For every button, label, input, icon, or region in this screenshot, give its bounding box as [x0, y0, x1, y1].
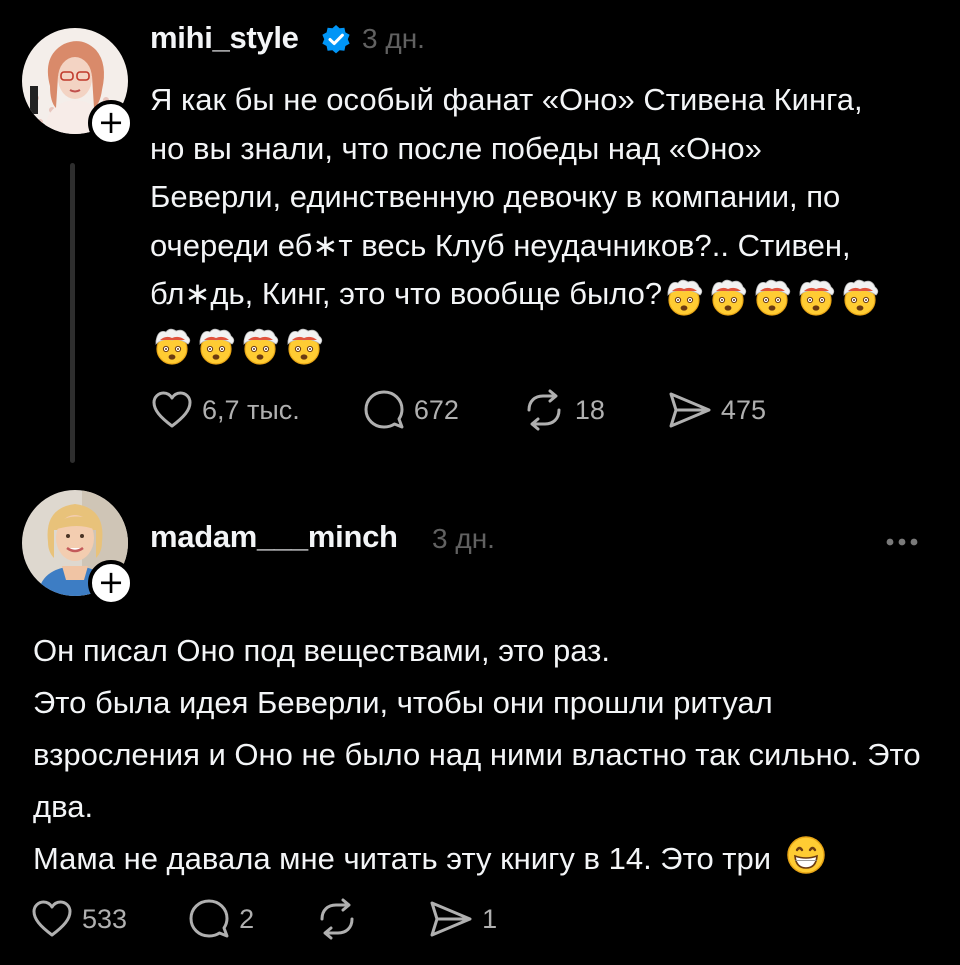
reply-paragraph-with-emoji: Мама не давала мне читать эту книгу в 14…: [33, 833, 948, 885]
exploding-head-icon: [843, 280, 879, 316]
grinning-face-icon: [786, 836, 825, 874]
share-count: 475: [720, 394, 766, 425]
repost-button[interactable]: 18: [521, 388, 605, 432]
post-text-line: очереди еб∗т весь Клуб неудачников?.. Ст…: [150, 227, 851, 263]
send-icon: [669, 392, 711, 428]
repost-count: 18: [574, 394, 605, 425]
comment-bubble-icon: [364, 390, 404, 429]
more-options-icon[interactable]: [880, 527, 924, 557]
post-actions: 6,7 тыс. 672 18 475: [150, 388, 766, 432]
send-icon: [430, 901, 472, 937]
reply-paragraph: Мама не давала мне читать эту книгу в 14…: [33, 841, 772, 876]
exploding-head-icon: [799, 280, 835, 316]
post-text-line: бл∗дь, Кинг, это что вообще было?: [150, 276, 663, 311]
post-text-line: Беверли, единственную девочку в компании…: [150, 179, 841, 214]
exploding-head-icon: [711, 280, 747, 316]
verified-badge-icon: [322, 25, 350, 54]
post-timestamp: 3 дн.: [362, 23, 425, 54]
reply-timestamp: 3 дн.: [432, 523, 495, 554]
exploding-head-icon: [155, 328, 191, 365]
exploding-head-icon: [755, 280, 791, 316]
repost-icon: [320, 898, 354, 940]
comment-count: 672: [413, 394, 459, 425]
post-text-line: но вы знали, что после победы над «Оно»: [150, 130, 762, 166]
comment-bubble-icon: [189, 899, 229, 938]
repost-button[interactable]: [314, 897, 368, 941]
follow-plus-icon[interactable]: +: [88, 560, 134, 606]
like-button[interactable]: 6,7 тыс.: [150, 388, 300, 432]
like-count: 6,7 тыс.: [202, 394, 300, 425]
reply-paragraph: Это была идея Беверли, чтобы они прошли …: [33, 685, 921, 824]
repost-icon: [527, 389, 561, 431]
reply-text: Он писал Оно под веществами, это раз. Эт…: [33, 625, 948, 885]
like-count: 533: [82, 903, 128, 934]
comment-button[interactable]: 2: [187, 897, 254, 941]
reply-actions: 533 2 1: [30, 897, 497, 941]
comment-count: 2: [239, 903, 255, 934]
reply-username[interactable]: madam___minch: [150, 519, 398, 555]
exploding-head-icon: [287, 328, 323, 365]
emoji-row: [662, 272, 882, 321]
post-username[interactable]: mihi_style: [150, 20, 299, 56]
emoji-row: [150, 320, 950, 369]
exploding-head-icon: [243, 328, 279, 365]
exploding-head-icon: [199, 328, 235, 365]
share-count: 1: [482, 903, 498, 934]
post-text-line: Я как бы не особый фанат «Оно» Стивена К…: [150, 82, 863, 117]
heart-icon: [152, 391, 192, 428]
heart-icon: [32, 900, 72, 937]
post-text: Я как бы не особый фанат «Оно» Стивена К…: [150, 76, 950, 369]
comment-button[interactable]: 672: [362, 388, 459, 432]
reply-paragraph: Он писал Оно под веществами, это раз.: [33, 633, 610, 668]
like-button[interactable]: 533: [30, 897, 127, 941]
follow-plus-icon[interactable]: +: [88, 100, 134, 146]
share-button[interactable]: 1: [428, 897, 497, 941]
exploding-head-icon: [667, 280, 703, 316]
post-text-line-with-emoji: бл∗дь, Кинг, это что вообще было?: [150, 270, 950, 320]
share-button[interactable]: 475: [667, 388, 766, 432]
thread-line: [70, 163, 75, 463]
